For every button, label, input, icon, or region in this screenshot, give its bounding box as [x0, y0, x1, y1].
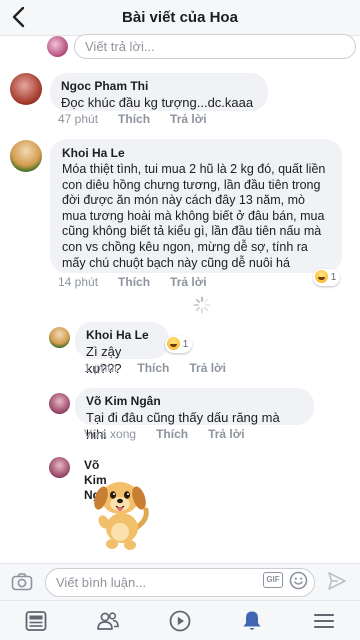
commenter-name[interactable]: Khoi Ha Le [86, 328, 158, 343]
comment-time: 47 phút [58, 112, 99, 126]
news-feed-icon[interactable] [24, 609, 48, 633]
page-title: Bài viết của Hoa [122, 9, 238, 26]
comment-actions: 47 phút Thích Trả lời [58, 112, 227, 126]
reaction-badge[interactable]: 1 [165, 336, 193, 353]
emoji-icon[interactable] [289, 571, 308, 590]
avatar[interactable] [49, 327, 70, 348]
commenter-name[interactable]: Khoi Ha Le [62, 146, 330, 161]
dog-sticker[interactable] [88, 470, 154, 554]
comment-time: Vừa xong [84, 427, 137, 441]
comment-time: 1 phút [84, 361, 118, 375]
comment-actions: 1 phút Thích Trả lời [84, 361, 246, 375]
reply-button[interactable]: Trả lời [189, 361, 226, 375]
like-button[interactable]: Thích [118, 275, 150, 289]
avatar[interactable] [10, 73, 42, 105]
commenter-name[interactable]: Ngoc Pham Thi [61, 79, 257, 94]
reply-button[interactable]: Trả lời [170, 275, 207, 289]
avatar[interactable] [10, 140, 42, 172]
reaction-badge[interactable]: 1 [313, 269, 341, 286]
like-button[interactable]: Thích [137, 361, 169, 375]
avatar[interactable] [49, 393, 70, 414]
gif-button[interactable]: GIF [263, 572, 283, 588]
reply-box: Viết trả lời... [0, 34, 360, 60]
send-icon[interactable] [327, 571, 347, 591]
comment-text: Đọc khúc đầu kg tượng...dc.kaaa [61, 95, 254, 110]
friends-icon[interactable] [96, 609, 120, 633]
reply-input[interactable]: Viết trả lời... [74, 34, 356, 59]
reply-button[interactable]: Trả lời [170, 112, 207, 126]
haha-icon [167, 337, 180, 350]
menu-icon[interactable] [312, 609, 336, 633]
watch-icon[interactable] [168, 609, 192, 633]
commenter-name[interactable]: Võ Kim Ngân [86, 394, 303, 409]
reply-bubble: Khoi Ha Le Zì zậy ku??? [75, 322, 169, 376]
comment-text: Móa thiệt tình, tui mua 2 hũ là 2 kg đó,… [62, 162, 326, 270]
comment-time: 14 phút [58, 275, 99, 289]
comment-bubble: Khoi Ha Le Móa thiệt tình, tui mua 2 hũ … [50, 139, 342, 273]
comment-actions: Vừa xong Thích Trả lời [84, 427, 265, 441]
reaction-count: 1 [330, 272, 337, 283]
reply-button[interactable]: Trả lời [208, 427, 245, 441]
reply-bubble: Võ Kim Ngân Tại đi đâu cũng thấy dấu răn… [75, 388, 314, 442]
bottom-tab-bar [0, 600, 360, 640]
avatar [47, 36, 68, 57]
comment-actions: 14 phút Thích Trả lời [58, 275, 227, 289]
like-button[interactable]: Thích [156, 427, 188, 441]
reaction-count: 1 [182, 339, 189, 350]
notifications-icon[interactable] [240, 609, 264, 633]
camera-icon[interactable] [11, 572, 33, 592]
haha-icon [315, 270, 328, 283]
top-header: Bài viết của Hoa [0, 0, 360, 36]
like-button[interactable]: Thích [118, 112, 150, 126]
avatar[interactable] [49, 457, 70, 478]
comment-bubble: Ngoc Pham Thi Đọc khúc đầu kg tượng...dc… [50, 73, 268, 111]
loading-spinner-icon [193, 296, 211, 314]
